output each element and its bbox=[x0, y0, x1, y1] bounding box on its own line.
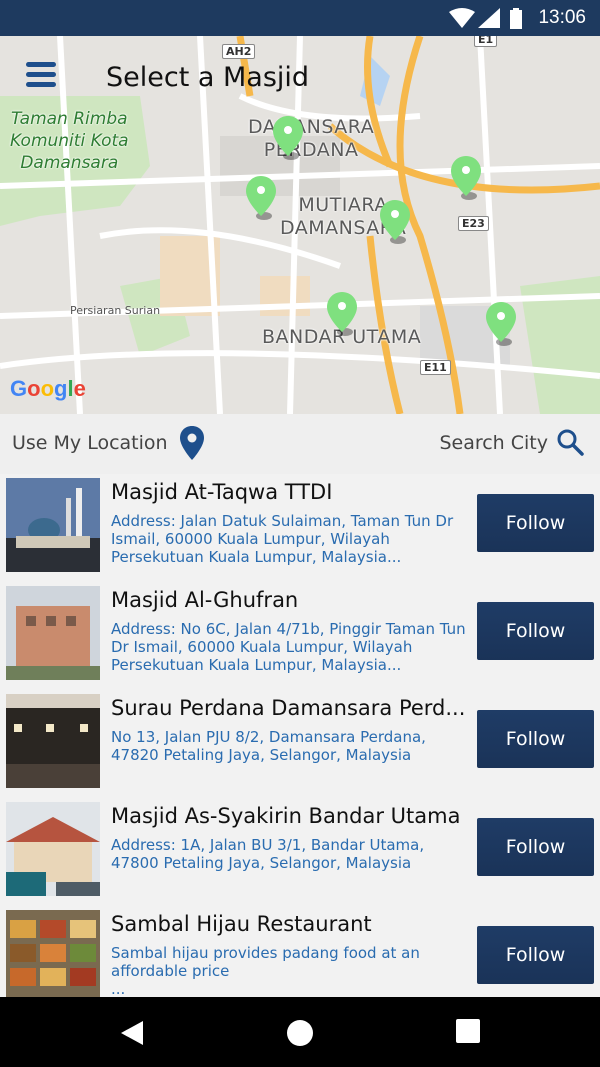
masjid-address: No 13, Jalan PJU 8/2, Damansara Perdana,… bbox=[111, 728, 426, 764]
map-shield-e11: E11 bbox=[420, 360, 451, 375]
map-pin-icon[interactable] bbox=[273, 116, 303, 160]
map-view[interactable]: Select a Masjid Taman Rimba Komuniti Kot… bbox=[0, 36, 600, 414]
masjid-name: Sambal Hijau Restaurant bbox=[111, 912, 372, 936]
follow-button[interactable]: Follow bbox=[477, 710, 594, 768]
masjid-thumbnail bbox=[6, 910, 100, 997]
follow-button[interactable]: Follow bbox=[477, 818, 594, 876]
recents-icon[interactable] bbox=[456, 1019, 480, 1043]
list-item[interactable]: Masjid As-Syakirin Bandar Utama Address:… bbox=[0, 798, 600, 906]
home-icon[interactable] bbox=[286, 1019, 314, 1047]
map-pin-icon[interactable] bbox=[327, 292, 357, 336]
battery-icon bbox=[510, 8, 522, 29]
back-icon[interactable] bbox=[119, 1019, 145, 1047]
map-shield-ah2: AH2 bbox=[222, 44, 256, 59]
search-city-button[interactable]: Search City bbox=[439, 432, 548, 454]
map-shield-e23: E23 bbox=[458, 216, 489, 231]
status-bar: 13:06 bbox=[0, 0, 600, 36]
map-pin-icon[interactable] bbox=[451, 156, 481, 200]
map-pin-icon[interactable] bbox=[486, 302, 516, 346]
list-item[interactable]: Surau Perdana Damansara Perd... No 13, J… bbox=[0, 690, 600, 798]
masjid-address: Address: 1A, Jalan BU 3/1, Bandar Utama,… bbox=[111, 836, 425, 872]
map-pin-icon[interactable] bbox=[380, 200, 410, 244]
list-item[interactable]: Sambal Hijau Restaurant Sambal hijau pro… bbox=[0, 906, 600, 997]
map-label-park: Taman Rimba Komuniti Kota Damansara bbox=[10, 109, 129, 174]
system-nav-bar bbox=[0, 997, 600, 1067]
signal-icon bbox=[478, 8, 500, 28]
wifi-icon bbox=[449, 8, 475, 28]
location-controls: Use My Location Search City bbox=[0, 414, 600, 474]
masjid-list[interactable]: Masjid At-Taqwa TTDI Address: Jalan Datu… bbox=[0, 474, 600, 997]
page-title: Select a Masjid bbox=[106, 62, 310, 93]
map-shield-e1: E1 bbox=[474, 36, 498, 47]
masjid-thumbnail bbox=[6, 694, 100, 788]
masjid-address: Sambal hijau provides padang food at an … bbox=[111, 944, 420, 997]
follow-button[interactable]: Follow bbox=[477, 926, 594, 984]
follow-button[interactable]: Follow bbox=[477, 494, 594, 552]
status-time: 13:06 bbox=[538, 7, 586, 28]
masjid-name: Masjid At-Taqwa TTDI bbox=[111, 480, 333, 504]
hamburger-menu-icon[interactable] bbox=[26, 62, 56, 88]
masjid-name: Masjid Al-Ghufran bbox=[111, 588, 299, 612]
search-icon[interactable] bbox=[556, 428, 584, 456]
masjid-name: Masjid As-Syakirin Bandar Utama bbox=[111, 804, 461, 828]
masjid-thumbnail bbox=[6, 586, 100, 680]
masjid-address: Address: Jalan Datuk Sulaiman, Taman Tun… bbox=[111, 512, 454, 566]
location-pin-icon[interactable] bbox=[180, 426, 204, 460]
masjid-thumbnail bbox=[6, 802, 100, 896]
masjid-thumbnail bbox=[6, 478, 100, 572]
use-my-location-button[interactable]: Use My Location bbox=[12, 432, 168, 454]
map-label-road: Persiaran Surian bbox=[70, 304, 161, 317]
map-pin-icon[interactable] bbox=[246, 176, 276, 220]
masjid-name: Surau Perdana Damansara Perd... bbox=[111, 696, 466, 720]
masjid-address: Address: No 6C, Jalan 4/71b, Pinggir Tam… bbox=[111, 620, 466, 674]
list-item[interactable]: Masjid At-Taqwa TTDI Address: Jalan Datu… bbox=[0, 474, 600, 582]
list-item[interactable]: Masjid Al-Ghufran Address: No 6C, Jalan … bbox=[0, 582, 600, 690]
follow-button[interactable]: Follow bbox=[477, 602, 594, 660]
google-logo: Google bbox=[10, 376, 86, 401]
map-label-damansara-perdana: DAMANSARA PERDANA bbox=[248, 116, 375, 161]
